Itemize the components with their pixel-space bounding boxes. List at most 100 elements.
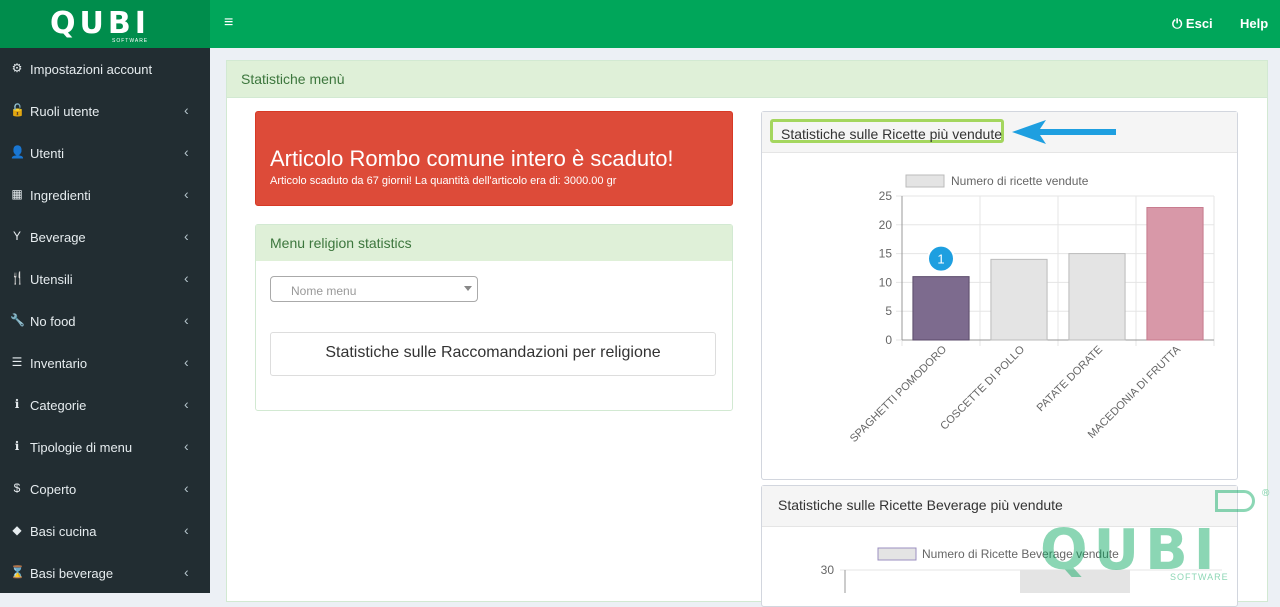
religion-box-header: Menu religion statistics — [256, 225, 732, 261]
glass-icon: Y — [12, 229, 21, 243]
y-tick-label: 20 — [879, 218, 893, 232]
alert-subtitle: Articolo scaduto da 67 giorni! La quanti… — [270, 175, 617, 187]
sidebar-item-label: Utenti — [30, 146, 64, 161]
info-icon: ℹ — [14, 397, 20, 411]
legend-swatch — [905, 174, 945, 188]
sidebar-item-categorie[interactable]: ℹ Categorie ‹ — [0, 384, 210, 426]
sidebar-item-label: Tipologie di menu — [30, 440, 133, 455]
x-tick-label: COSCETTE DI POLLO — [938, 343, 1027, 432]
x-tick-label: SPAGHETTI POMODORO — [848, 343, 950, 445]
chevron-down-icon — [464, 286, 472, 291]
sidebar-item-utenti[interactable]: 👤 Utenti ‹ — [0, 132, 210, 174]
chevron-left-icon: ‹ — [184, 102, 189, 118]
annotation-arrow — [1012, 120, 1116, 144]
x-tick-label: PATATE DORATE — [1035, 344, 1105, 414]
religion-statistics-box: Menu religion statistics Nome menu Stati… — [255, 224, 733, 411]
chevron-left-icon: ‹ — [184, 312, 189, 328]
logo-subtitle: SOFTWARE — [112, 38, 149, 44]
sidebar-item-label: Ingredienti — [30, 188, 91, 203]
unlock-icon: 🔓 — [10, 103, 25, 117]
chevron-left-icon: ‹ — [184, 480, 189, 496]
sidebar-item-ruoli-utente[interactable]: 🔓 Ruoli utente ‹ — [0, 90, 210, 132]
exit-button[interactable]: ⏻ Esci — [1172, 16, 1213, 32]
user-icon: 👤 — [10, 145, 25, 159]
y-tick-label: 25 — [879, 189, 893, 203]
bar — [1068, 253, 1126, 341]
y-tick-label: 5 — [885, 304, 892, 318]
chevron-left-icon: ‹ — [184, 270, 189, 286]
religion-box-title: Menu religion statistics — [270, 235, 412, 251]
wrench-icon: 🔧 — [10, 313, 25, 327]
registered-icon: ® — [1262, 488, 1270, 499]
chevron-left-icon: ‹ — [184, 186, 189, 202]
watermark-subtitle: SOFTWARE — [1170, 572, 1229, 582]
menu-toggle-icon[interactable]: ≡ — [224, 15, 238, 31]
sidebar-item-beverage[interactable]: Y Beverage ‹ — [0, 216, 210, 258]
cubes-icon: ▦ — [11, 187, 23, 201]
logo-area[interactable]: QUBI SOFTWARE — [0, 0, 210, 48]
religion-recommendations-button[interactable]: Statistiche sulle Raccomandazioni per re… — [270, 332, 716, 376]
sidebar-item-label: Categorie — [30, 398, 87, 413]
sidebar-item-label: Coperto — [30, 482, 77, 497]
x-tick-label: MACEDONIA DI FRUTTA — [1086, 343, 1184, 441]
sidebar-item-label: Ruoli utente — [30, 104, 100, 119]
y-tick-label: 30 — [821, 563, 835, 577]
chevron-left-icon: ‹ — [184, 564, 189, 580]
panel-header: Statistiche menù — [227, 61, 1267, 98]
top-navbar: QUBI SOFTWARE ≡ ⏻ Esci Help — [0, 0, 1280, 48]
sidebar-item-ingredienti[interactable]: ▦ Ingredienti ‹ — [0, 174, 210, 216]
chevron-left-icon: ‹ — [184, 354, 189, 370]
chevron-left-icon: ‹ — [184, 396, 189, 412]
arrow-icon — [1012, 120, 1116, 144]
sidebar-item-impostazioni-account[interactable]: ⚙ Impostazioni account — [0, 48, 210, 90]
religion-button-label: Statistiche sulle Raccomandazioni per re… — [325, 344, 661, 361]
sidebar-item-utensili[interactable]: 🍴 Utensili ‹ — [0, 258, 210, 300]
sidebar-item-label: Basi beverage — [30, 566, 114, 581]
list-icon: ☰ — [11, 355, 23, 369]
sidebar-item-label: Utensili — [30, 272, 73, 287]
expired-item-alert: Articolo Rombo comune intero è scaduto! … — [255, 111, 733, 206]
cube-icon: ◆ — [12, 523, 22, 537]
sidebar-item-label: Beverage — [30, 230, 86, 245]
dollar-icon: $ — [13, 481, 21, 495]
step-marker-label: 1 — [937, 252, 944, 267]
gear-icon: ⚙ — [11, 61, 23, 75]
sidebar-item-tipologie-di-menu[interactable]: ℹ Tipologie di menu ‹ — [0, 426, 210, 468]
menu-name-select[interactable]: Nome menu — [270, 276, 478, 302]
bar — [912, 276, 970, 341]
chevron-left-icon: ‹ — [184, 438, 189, 454]
page-title: Statistiche menù — [241, 71, 345, 87]
chart-box-title: Statistiche sulle Ricette più vendute — [781, 126, 1003, 142]
legend-label: Numero di ricette vendute — [951, 174, 1089, 188]
bar — [990, 258, 1048, 341]
sidebar-item-label: Impostazioni account — [30, 62, 153, 77]
sidebar-item-basi-cucina[interactable]: ◆ Basi cucina ‹ — [0, 510, 210, 552]
bar — [1146, 207, 1204, 341]
y-tick-label: 0 — [885, 333, 892, 347]
y-tick-label: 15 — [879, 247, 893, 261]
info-icon: ℹ — [14, 439, 20, 453]
chevron-left-icon: ‹ — [184, 228, 189, 244]
sidebar-item-no-food[interactable]: 🔧 No food ‹ — [0, 300, 210, 342]
sidebar-item-label: Basi cucina — [30, 524, 97, 539]
highlighted-title-frame: Statistiche sulle Ricette più vendute — [770, 119, 1004, 143]
beverage-box-title: Statistiche sulle Ricette Beverage più v… — [778, 497, 1063, 513]
sidebar-item-inventario[interactable]: ☰ Inventario ‹ — [0, 342, 210, 384]
select-placeholder: Nome menu — [291, 284, 357, 298]
alert-title: Articolo Rombo comune intero è scaduto! — [270, 146, 674, 171]
y-tick-label: 10 — [879, 275, 893, 289]
watermark-d-icon — [1215, 490, 1255, 512]
sidebar-item-coperto[interactable]: $ Coperto ‹ — [0, 468, 210, 510]
sidebar-item-basi-beverage[interactable]: ⌛ Basi beverage ‹ — [0, 552, 210, 594]
sidebar: ⚙ Impostazioni account 🔓 Ruoli utente ‹ 👤 Uten… — [0, 48, 210, 593]
legend-swatch — [877, 547, 917, 561]
sidebar-item-label: No food — [30, 314, 76, 329]
power-icon: ⏻ — [1172, 16, 1183, 31]
help-link[interactable]: Help — [1240, 16, 1268, 31]
hourglass-icon: ⌛ — [10, 565, 25, 579]
cutlery-icon: 🍴 — [10, 271, 25, 285]
exit-label: Esci — [1185, 16, 1213, 31]
sidebar-item-label: Inventario — [30, 356, 88, 371]
logo: QUBI — [50, 6, 150, 41]
chevron-left-icon: ‹ — [184, 522, 189, 538]
